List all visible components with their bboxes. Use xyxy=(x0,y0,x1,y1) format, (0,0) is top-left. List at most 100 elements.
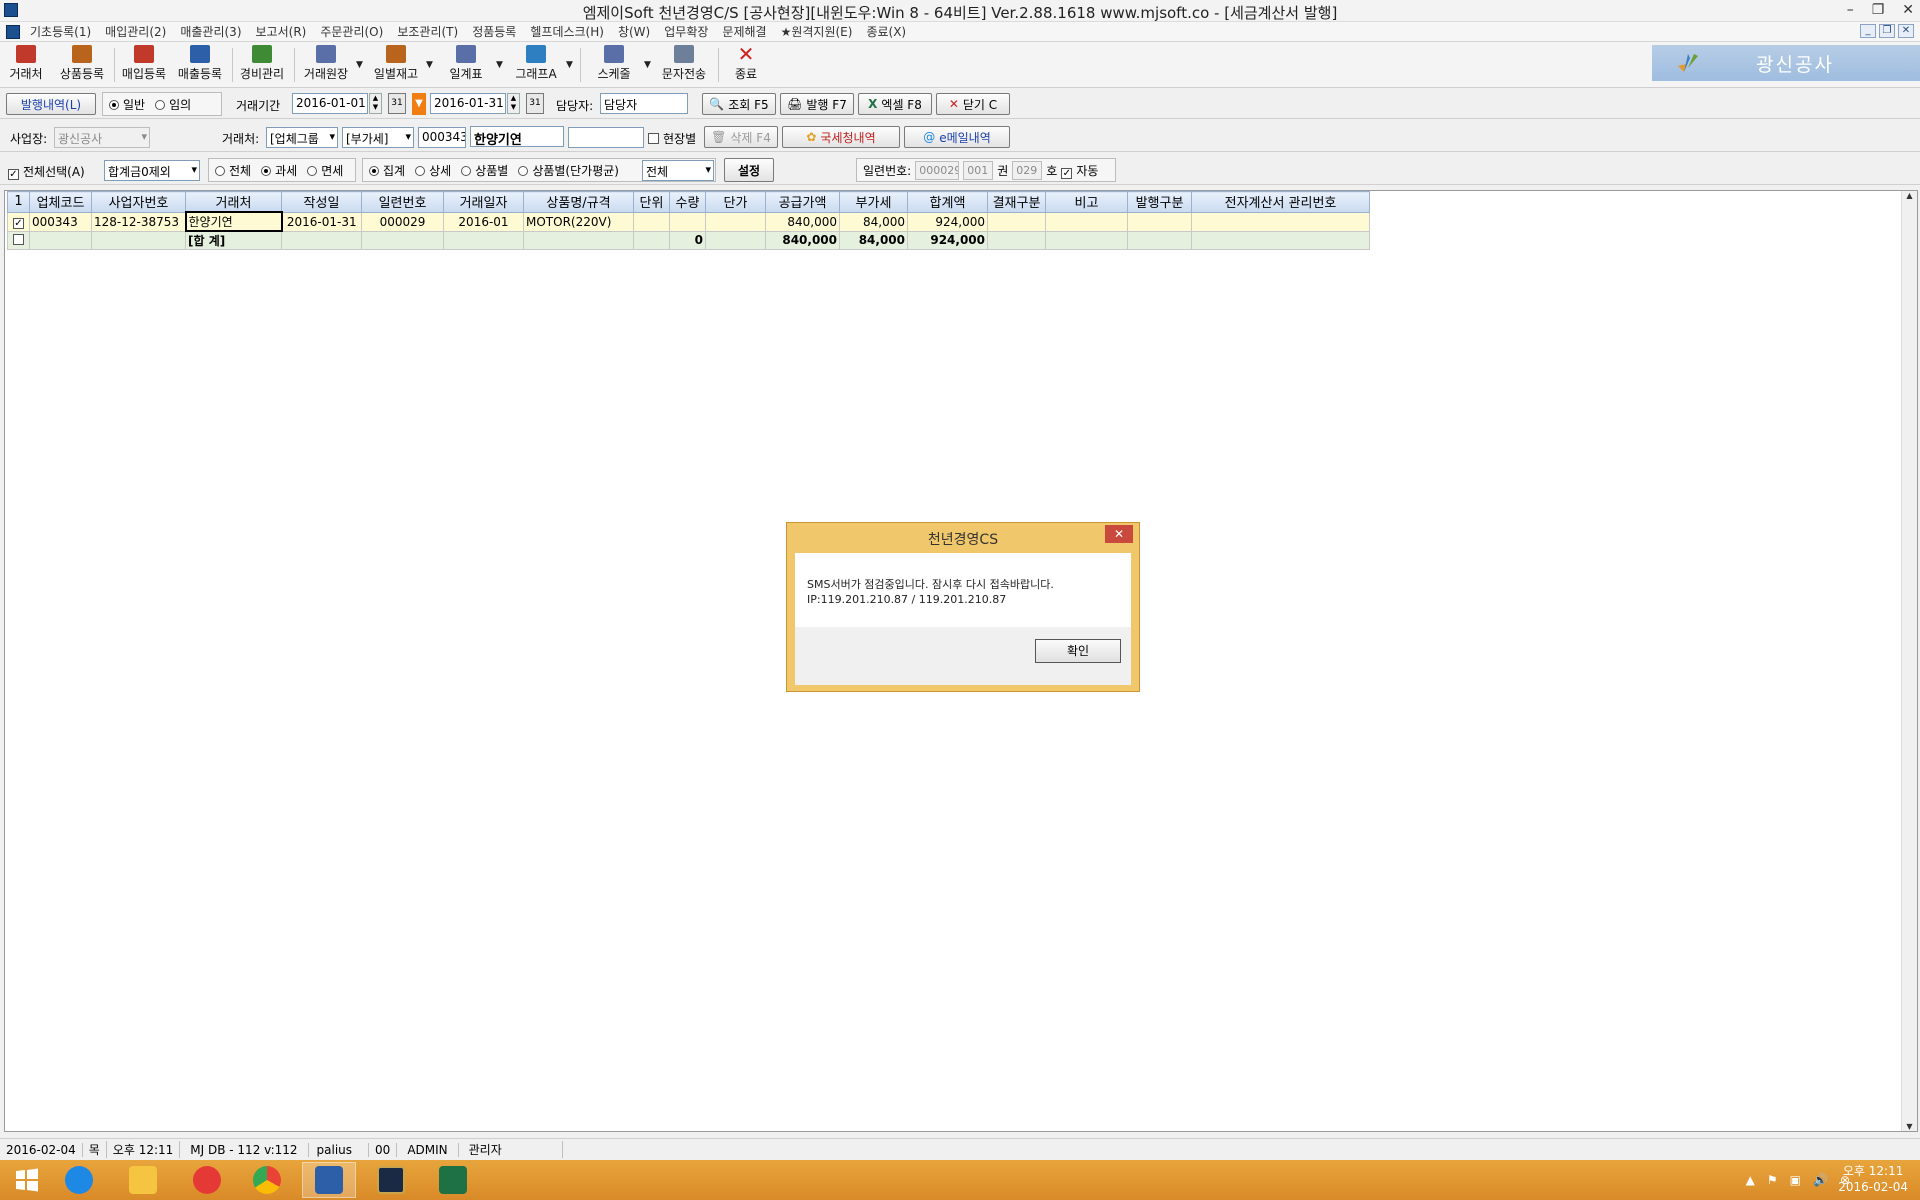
cell-vat[interactable]: 84,000 xyxy=(839,211,908,232)
menu-exit[interactable]: 종료(X) xyxy=(866,23,906,40)
schedule-button[interactable]: 스케줄 xyxy=(588,45,640,85)
cell-note[interactable] xyxy=(1045,211,1128,232)
col-price[interactable]: 단가 xyxy=(705,191,766,213)
col-unit[interactable]: 단위 xyxy=(633,191,670,213)
issued-history-tab[interactable]: 발행내역(L) xyxy=(6,93,96,115)
purchase-register-button[interactable]: 매입등록 xyxy=(118,45,170,85)
col-client[interactable]: 거래처 xyxy=(185,191,282,213)
date-to-field[interactable]: 2016-01-31 xyxy=(430,93,506,114)
daily-stock-button[interactable]: 일별재고 xyxy=(368,45,424,85)
radio-view-item[interactable]: 상품별 xyxy=(461,162,508,179)
cell-supply[interactable]: 840,000 xyxy=(765,211,840,232)
cell-qty[interactable] xyxy=(669,211,706,232)
grid-scrollbar[interactable]: ▲ ▼ xyxy=(1901,191,1917,1131)
cell-serial[interactable]: 000029 xyxy=(361,211,444,232)
col-qty[interactable]: 수량 xyxy=(669,191,706,213)
col-mgmt-no[interactable]: 전자계산서 관리번호 xyxy=(1191,191,1370,213)
issue-button[interactable]: 🖨 발행 F7 xyxy=(780,93,854,115)
client-extra-field[interactable] xyxy=(568,127,644,148)
schedule-dropdown-icon[interactable]: ▼ xyxy=(644,60,651,70)
network-icon[interactable]: ▣ xyxy=(1790,1173,1801,1187)
volume-icon[interactable]: 🔊 xyxy=(1813,1173,1828,1187)
table-row[interactable]: ✓ 000343 128-12-38753 한양기연 2016-01-31 00… xyxy=(7,211,1370,232)
mdi-app-icon[interactable] xyxy=(6,24,20,39)
mdi-close-icon[interactable]: ✕ xyxy=(1898,24,1914,38)
taskbar-app-red[interactable] xyxy=(180,1162,234,1198)
daily-summary-dropdown-icon[interactable]: ▼ xyxy=(496,60,503,70)
tray-expand-icon[interactable]: ▲ xyxy=(1746,1173,1755,1187)
menu-purchase[interactable]: 매입관리(2) xyxy=(105,23,166,40)
sales-register-button[interactable]: 매출등록 xyxy=(174,45,226,85)
start-button[interactable] xyxy=(0,1162,54,1198)
cell-trade-date[interactable]: 2016-01 xyxy=(443,211,524,232)
manager-field[interactable]: 담당자 xyxy=(600,93,688,114)
daily-stock-dropdown-icon[interactable]: ▼ xyxy=(426,60,433,70)
tax-type-select[interactable]: [부가세] xyxy=(342,127,414,148)
scroll-up-icon[interactable]: ▲ xyxy=(1902,191,1917,200)
settings-button[interactable]: 설정 xyxy=(724,158,774,182)
cell-code[interactable]: 000343 xyxy=(29,211,92,232)
radio-view-summary[interactable]: 집계 xyxy=(369,162,405,179)
cell-mgmt-no[interactable] xyxy=(1191,211,1370,232)
taskbar-lol[interactable] xyxy=(364,1162,418,1198)
taskbar-clock[interactable]: 오후 12:11 2016-02-04 xyxy=(1838,1163,1908,1195)
col-index[interactable]: 1 xyxy=(7,191,30,213)
cell-issue-type[interactable] xyxy=(1127,211,1192,232)
date-from-field[interactable]: 2016-01-01 xyxy=(292,93,368,114)
menu-sales[interactable]: 매출관리(3) xyxy=(180,23,241,40)
client-group-select[interactable]: [업체그룹 xyxy=(266,127,338,148)
col-payment[interactable]: 결재구분 xyxy=(987,191,1046,213)
col-note[interactable]: 비고 xyxy=(1045,191,1128,213)
close-button[interactable]: ✕ 닫기 C xyxy=(936,93,1010,115)
cell-item[interactable]: MOTOR(220V) xyxy=(523,211,634,232)
ledger-dropdown-icon[interactable]: ▼ xyxy=(356,60,363,70)
taskbar-chrome[interactable] xyxy=(240,1162,294,1198)
menu-extension[interactable]: 업무확장 xyxy=(664,23,708,40)
menu-report[interactable]: 보고서(R) xyxy=(256,23,307,40)
menu-basic[interactable]: 기초등록(1) xyxy=(30,23,91,40)
taskbar-explorer[interactable] xyxy=(116,1162,170,1198)
menu-license[interactable]: 정품등록 xyxy=(472,23,516,40)
ledger-button[interactable]: 거래원장 xyxy=(298,45,354,85)
col-supply[interactable]: 공급가액 xyxy=(765,191,840,213)
radio-tax-taxable[interactable]: 과세 xyxy=(261,162,297,179)
menu-aux[interactable]: 보조관리(T) xyxy=(397,23,458,40)
site-select[interactable]: 광신공사 xyxy=(54,127,150,148)
book-no-field[interactable]: 001 xyxy=(963,160,994,180)
search-button[interactable]: 🔍 조회 F5 xyxy=(702,93,776,115)
date-to-calendar-icon[interactable]: 31 xyxy=(526,93,544,114)
ok-button[interactable]: 확인 xyxy=(1035,639,1121,663)
minimize-icon[interactable]: – xyxy=(1847,2,1854,18)
flag-icon[interactable]: ⚑ xyxy=(1767,1173,1778,1187)
cell-price[interactable] xyxy=(705,211,766,232)
cell-payment[interactable] xyxy=(987,211,1046,232)
nts-history-button[interactable]: ✿ 국세청내역 xyxy=(782,126,900,148)
cell-bizno[interactable]: 128-12-38753 xyxy=(91,211,186,232)
cell-client[interactable]: 한양기연 xyxy=(184,211,283,232)
select-all[interactable]: ✓ 전체선택(A) xyxy=(8,163,85,180)
product-register-button[interactable]: 상품등록 xyxy=(56,45,108,85)
taskbar-excel[interactable] xyxy=(426,1162,480,1198)
mdi-restore-icon[interactable]: ❐ xyxy=(1879,24,1895,38)
radio-view-detail[interactable]: 상세 xyxy=(415,162,451,179)
radio-tax-exempt[interactable]: 면세 xyxy=(307,162,343,179)
graph-dropdown-icon[interactable]: ▼ xyxy=(566,60,573,70)
date-from-spinner[interactable]: ▲ ▼ xyxy=(369,93,382,114)
expense-button[interactable]: 경비관리 xyxy=(236,45,288,85)
restore-icon[interactable]: ❐ xyxy=(1872,2,1885,18)
graph-button[interactable]: 그래프A xyxy=(510,45,562,85)
menu-window[interactable]: 창(W) xyxy=(618,23,650,40)
excel-button[interactable]: X 엑셀 F8 xyxy=(858,93,932,115)
radio-custom[interactable]: 임의 xyxy=(155,96,191,113)
sum-option-select[interactable]: 합계금0제외 xyxy=(104,160,200,181)
site-check[interactable]: 현장별 xyxy=(648,130,696,147)
menu-order[interactable]: 주문관리(O) xyxy=(320,23,383,40)
col-total[interactable]: 합계액 xyxy=(907,191,988,213)
taskbar-ie[interactable] xyxy=(52,1162,106,1198)
scroll-down-icon[interactable]: ▼ xyxy=(1902,1122,1917,1131)
email-history-button[interactable]: @ e메일내역 xyxy=(904,126,1010,148)
radio-normal[interactable]: 일반 xyxy=(109,96,145,113)
exit-button[interactable]: ✕ 종료 xyxy=(726,44,766,85)
mdi-minimize-icon[interactable]: _ xyxy=(1860,24,1876,38)
menu-troubleshoot[interactable]: 문제해결 xyxy=(722,23,766,40)
